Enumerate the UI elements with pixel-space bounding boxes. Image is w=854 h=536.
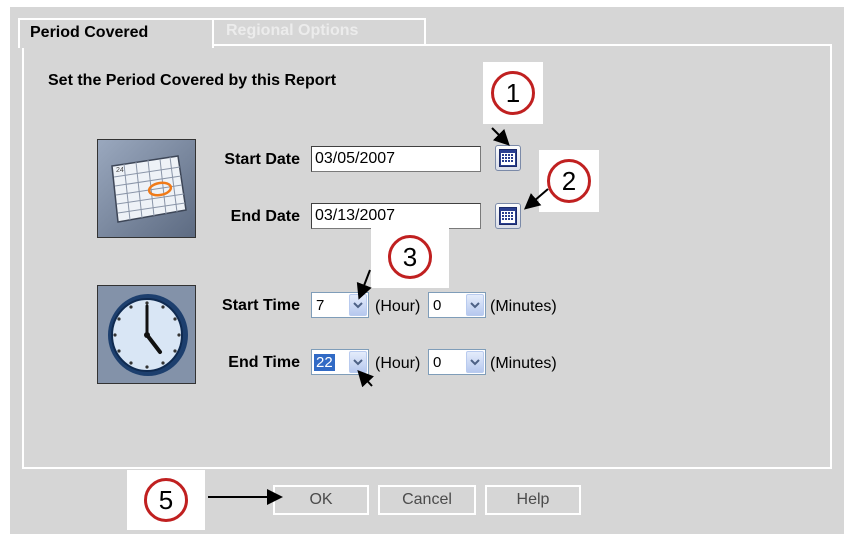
section-title: Set the Period Covered by this Report [48, 72, 337, 89]
chevron-down-icon[interactable] [466, 294, 484, 316]
calendar-icon [499, 207, 517, 225]
end-hour-value: 22 [314, 353, 335, 371]
help-button[interactable]: Help [485, 485, 581, 515]
callout-number: 3 [388, 235, 432, 279]
callout-1: 1 [483, 62, 543, 124]
svg-text:24: 24 [116, 167, 124, 174]
tab-period-covered[interactable]: Period Covered [18, 18, 214, 48]
end-minutes-unit: (Minutes) [490, 355, 557, 372]
start-minutes-select[interactable]: 0 [428, 292, 486, 318]
end-minutes-value: 0 [433, 353, 442, 371]
end-minutes-select[interactable]: 0 [428, 349, 486, 375]
chevron-down-icon[interactable] [466, 351, 484, 373]
start-hour-value: 7 [316, 296, 325, 314]
callout-2: 2 [539, 150, 599, 212]
end-hour-select[interactable]: 22 [311, 349, 369, 375]
start-minutes-value: 0 [433, 296, 442, 314]
start-date-calendar-button[interactable] [495, 145, 521, 171]
tab-regional-options[interactable]: Regional Options [214, 18, 426, 44]
ok-button[interactable]: OK [273, 485, 369, 515]
start-hour-select[interactable]: 7 [311, 292, 369, 318]
start-date-label: Start Date [224, 151, 300, 168]
chevron-down-icon[interactable] [349, 294, 367, 316]
end-hour-unit: (Hour) [375, 355, 421, 372]
callout-3: 3 [371, 226, 449, 288]
callout-number: 2 [547, 159, 591, 203]
chevron-down-icon[interactable] [349, 351, 367, 373]
callout-5: 5 [127, 470, 205, 530]
start-hour-unit: (Hour) [375, 298, 421, 315]
cancel-button[interactable]: Cancel [378, 485, 476, 515]
start-minutes-unit: (Minutes) [490, 298, 557, 315]
start-time-label: Start Time [222, 297, 300, 314]
calendar-icon [499, 149, 517, 167]
callout-number: 5 [144, 478, 188, 522]
callout-number: 1 [491, 71, 535, 115]
end-time-label: End Time [228, 354, 300, 371]
end-date-label: End Date [230, 208, 300, 225]
start-date-input[interactable] [311, 146, 481, 172]
end-date-calendar-button[interactable] [495, 203, 521, 229]
